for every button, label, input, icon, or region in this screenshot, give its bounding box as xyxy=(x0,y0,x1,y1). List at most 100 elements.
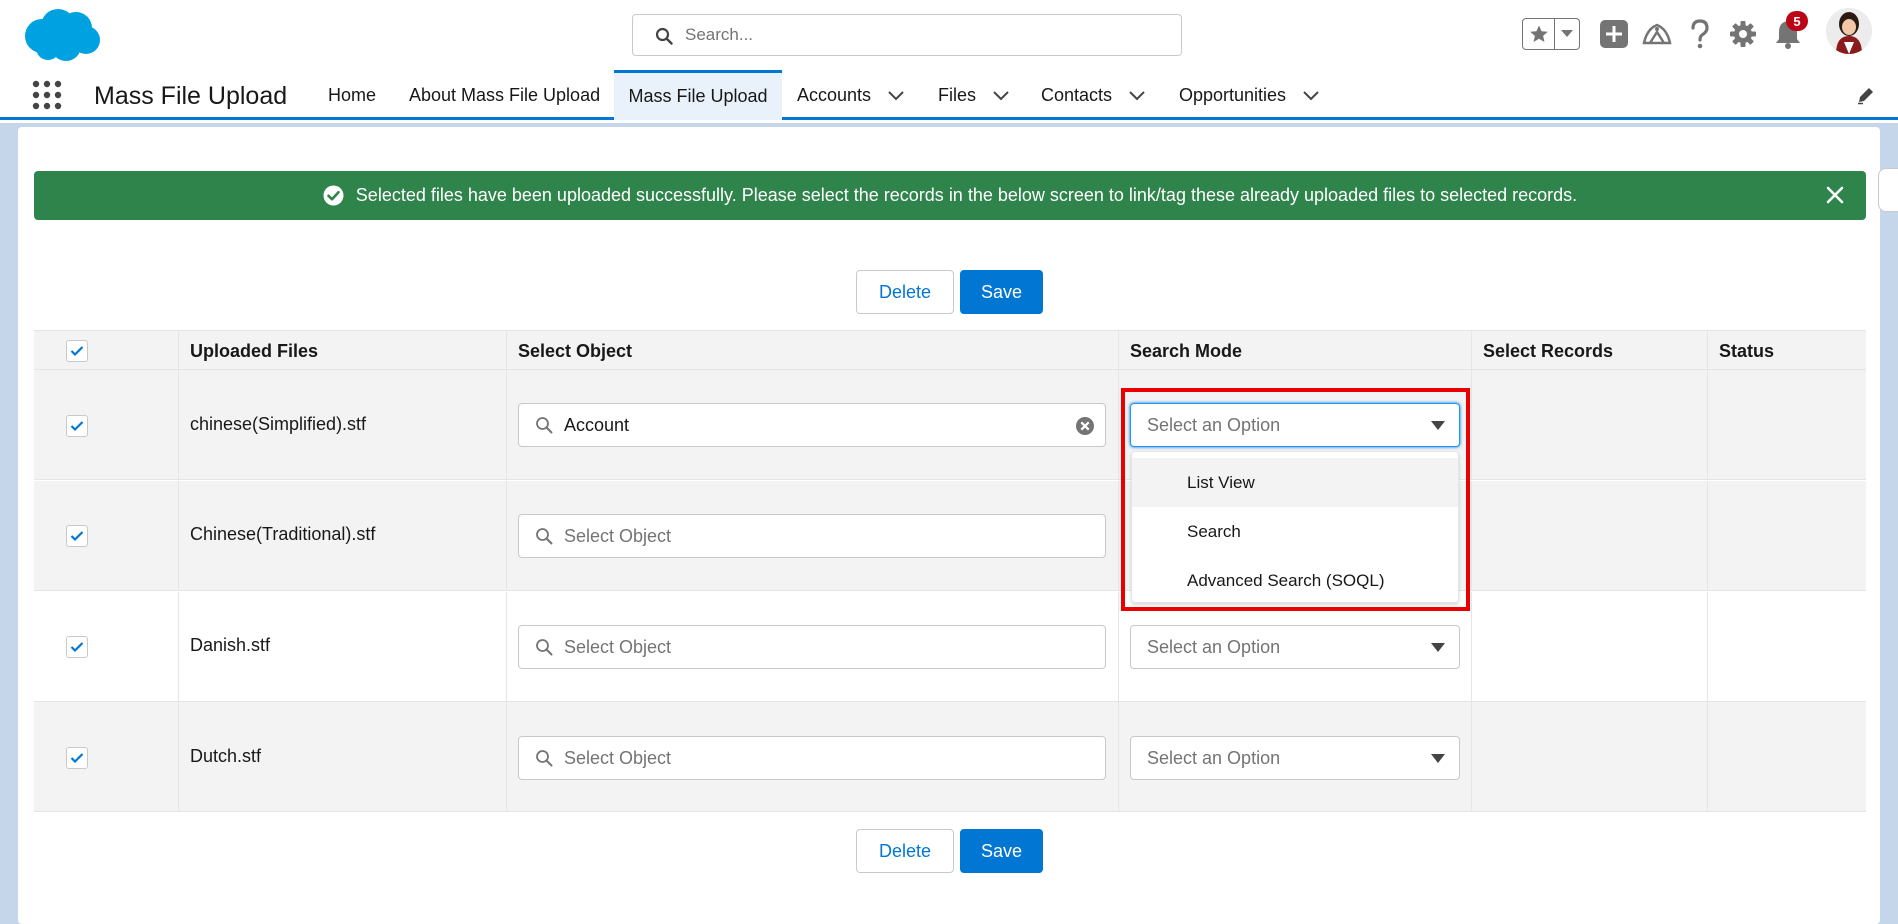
search-icon xyxy=(536,528,553,545)
delete-button[interactable]: Delete xyxy=(856,270,954,314)
column-header: Select Records xyxy=(1483,341,1614,361)
trailhead-icon[interactable] xyxy=(1641,18,1673,50)
search-mode-combobox[interactable]: Select an Option xyxy=(1130,625,1460,669)
search-mode-combobox[interactable]: Select an Option xyxy=(1130,736,1460,780)
header-status: Status xyxy=(1708,331,1866,369)
select-object-placeholder: Select Object xyxy=(564,748,672,768)
file-name: Dutch.stf xyxy=(190,746,262,766)
caret-down-icon xyxy=(1431,421,1445,430)
chevron-down-icon[interactable] xyxy=(992,86,1010,104)
select-object-input[interactable]: Select Object xyxy=(518,514,1106,558)
chevron-down-icon[interactable] xyxy=(1555,19,1579,49)
file-cell: Dutch.stf xyxy=(179,702,507,811)
table-row: Danish.stf Select Object Select an Optio… xyxy=(34,592,1866,702)
save-button-bottom[interactable]: Save xyxy=(960,829,1043,873)
nav-item-about-mass-file-upload[interactable]: About Mass File Upload xyxy=(399,70,610,120)
file-name: chinese(Simplified).stf xyxy=(190,414,367,434)
success-check-icon xyxy=(323,185,344,206)
edit-nav-icon[interactable] xyxy=(1856,85,1876,105)
global-search[interactable] xyxy=(632,14,1182,56)
column-header: Uploaded Files xyxy=(190,341,319,361)
close-icon[interactable] xyxy=(1826,186,1844,204)
select-object-input[interactable]: Account xyxy=(518,403,1106,447)
search-icon xyxy=(536,417,553,434)
header-select-records: Select Records xyxy=(1472,331,1708,369)
row-checkbox[interactable] xyxy=(66,636,88,658)
status-cell xyxy=(1708,702,1866,811)
toast-message: Selected files have been uploaded succes… xyxy=(355,185,1578,205)
chevron-down-icon[interactable] xyxy=(1302,86,1320,104)
row-select-cell xyxy=(34,592,179,701)
delete-button-bottom[interactable]: Delete xyxy=(856,829,954,873)
save-button[interactable]: Save xyxy=(960,270,1043,314)
search-icon xyxy=(655,27,673,45)
nav-item-home[interactable]: Home xyxy=(318,70,386,120)
plus-icon[interactable] xyxy=(1598,18,1630,50)
side-panel-handle[interactable] xyxy=(1878,168,1898,212)
chevron-down-icon[interactable] xyxy=(1128,86,1146,104)
table-row: chinese(Simplified).stf Account Select a… xyxy=(34,370,1866,480)
status-cell xyxy=(1708,481,1866,590)
select-object-placeholder: Select Object xyxy=(564,526,672,546)
object-cell: Select Object xyxy=(507,481,1119,590)
search-icon xyxy=(536,750,553,767)
global-header: 5 xyxy=(0,0,1898,70)
header-uploaded-files: Uploaded Files xyxy=(179,331,507,369)
status-cell xyxy=(1708,370,1866,479)
header-select-object: Select Object xyxy=(507,331,1119,369)
search-mode-cell: Select an Option xyxy=(1119,702,1472,811)
notification-badge: 5 xyxy=(1786,11,1808,31)
row-checkbox[interactable] xyxy=(66,415,88,437)
select-object-input[interactable]: Select Object xyxy=(518,625,1106,669)
star-icon[interactable] xyxy=(1523,19,1555,49)
avatar[interactable] xyxy=(1826,8,1872,54)
app-navigation-bar: Mass File Upload Home About Mass File Up… xyxy=(0,70,1898,120)
row-select-cell xyxy=(34,481,179,590)
search-mode-dropdown: List View Search Advanced Search (SOQL) xyxy=(1131,451,1459,603)
check-icon xyxy=(70,531,84,542)
nav-item-label: Home xyxy=(328,84,377,105)
select-object-input[interactable]: Select Object xyxy=(518,736,1106,780)
row-checkbox[interactable] xyxy=(66,747,88,769)
chevron-down-icon[interactable] xyxy=(887,86,905,104)
selected-object-value: Account xyxy=(564,415,630,435)
option-list-view[interactable]: List View xyxy=(1132,458,1458,507)
check-icon xyxy=(70,753,84,764)
app-name: Mass File Upload xyxy=(94,82,288,110)
check-icon xyxy=(70,346,84,357)
gear-icon[interactable] xyxy=(1727,18,1759,50)
status-cell xyxy=(1708,592,1866,701)
nav-item-contacts[interactable]: Contacts xyxy=(1031,70,1156,120)
search-icon xyxy=(536,639,553,656)
global-search-input[interactable] xyxy=(685,23,1165,47)
app-launcher-icon[interactable] xyxy=(32,80,62,110)
combobox-placeholder: Select an Option xyxy=(1147,415,1281,435)
clear-icon[interactable] xyxy=(1075,416,1095,436)
combobox-placeholder: Select an Option xyxy=(1147,637,1281,657)
option-advanced-search-soql[interactable]: Advanced Search (SOQL) xyxy=(1132,556,1458,605)
search-mode-combobox[interactable]: Select an Option xyxy=(1130,403,1460,447)
select-all-checkbox[interactable] xyxy=(66,340,88,362)
select-records-cell xyxy=(1472,702,1708,811)
success-toast: Selected files have been uploaded succes… xyxy=(34,171,1866,220)
nav-item-label: Mass File Upload xyxy=(628,86,768,106)
nav-item-mass-file-upload[interactable]: Mass File Upload xyxy=(614,70,782,120)
nav-item-opportunities[interactable]: Opportunities xyxy=(1169,70,1330,120)
select-all-cell xyxy=(34,331,179,369)
nav-item-label: Contacts xyxy=(1041,84,1113,105)
option-search[interactable]: Search xyxy=(1132,507,1458,556)
nav-item-files[interactable]: Files xyxy=(928,70,1020,120)
file-name: Chinese(Traditional).stf xyxy=(190,524,376,544)
select-object-placeholder: Select Object xyxy=(564,637,672,657)
salesforce-cloud-logo[interactable] xyxy=(20,6,102,64)
help-icon[interactable] xyxy=(1684,18,1716,50)
select-records-cell xyxy=(1472,370,1708,479)
column-header: Status xyxy=(1719,341,1775,361)
row-checkbox[interactable] xyxy=(66,525,88,547)
select-records-cell xyxy=(1472,592,1708,701)
table-row: Chinese(Traditional).stf Select Object xyxy=(34,481,1866,591)
nav-item-accounts[interactable]: Accounts xyxy=(787,70,915,120)
row-select-cell xyxy=(34,702,179,811)
row-select-cell xyxy=(34,370,179,479)
nav-item-label: Opportunities xyxy=(1179,84,1287,105)
